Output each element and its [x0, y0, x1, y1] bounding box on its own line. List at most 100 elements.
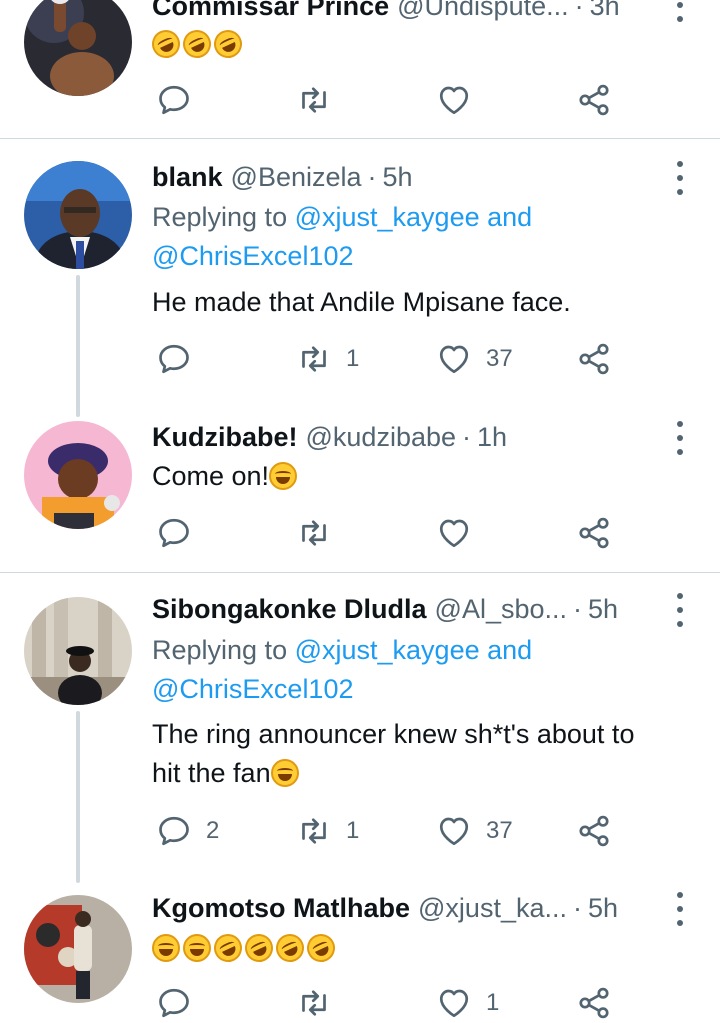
heart-icon	[436, 82, 472, 118]
timestamp[interactable]: 5h	[588, 591, 618, 627]
laughing-emoji-icon	[183, 934, 211, 962]
user-handle[interactable]: @Al_sbo...	[435, 591, 567, 627]
thread-line	[76, 275, 80, 417]
more-options-icon[interactable]	[670, 593, 690, 627]
tweet-sibongakonke[interactable]: Sibongakonke Dludla @Al_sbo... · 5h Repl…	[0, 573, 720, 1022]
tweet-text: He made that Andile Mpisane face.	[152, 287, 571, 317]
like-button[interactable]	[436, 513, 486, 553]
avatar[interactable]	[24, 895, 132, 1003]
like-button[interactable]: 37	[436, 339, 513, 379]
like-button[interactable]: 1	[436, 983, 499, 1023]
reply-count: 2	[206, 817, 220, 844]
reply-icon	[156, 813, 192, 849]
rofl-emoji-icon	[302, 929, 340, 967]
reply-icon	[156, 82, 192, 118]
share-button[interactable]	[576, 339, 612, 379]
user-handle[interactable]: @kudzibabe	[306, 419, 457, 455]
timestamp[interactable]: 5h	[383, 159, 413, 195]
reply-icon	[156, 515, 192, 551]
thread-line	[76, 711, 80, 883]
mention-link[interactable]: @xjust_kaygee and	[295, 635, 533, 665]
share-icon	[576, 341, 612, 377]
reply-button[interactable]	[156, 513, 206, 553]
mention-link[interactable]: @ChrisExcel102	[152, 241, 354, 271]
mention-link[interactable]: @xjust_kaygee and	[295, 202, 533, 232]
share-icon	[576, 813, 612, 849]
tweet-actions	[152, 80, 622, 120]
share-button[interactable]	[576, 80, 612, 120]
tweet-text-content: Come on!	[152, 461, 270, 491]
display-name[interactable]: Sibongakonke Dludla	[152, 591, 427, 627]
share-button[interactable]	[576, 811, 612, 851]
tweet-header: Kgomotso Matlhabe @xjust_ka... · 5h	[152, 890, 660, 926]
tweet-header: Sibongakonke Dludla @Al_sbo... · 5h	[152, 591, 660, 627]
reply-button[interactable]	[156, 80, 206, 120]
reply-button[interactable]: 2	[156, 811, 219, 851]
more-options-icon[interactable]	[670, 892, 690, 926]
tweet-text	[147, 25, 696, 64]
more-options-icon[interactable]	[670, 421, 690, 455]
display-name[interactable]: Commissar Prince	[152, 0, 389, 24]
timestamp[interactable]: 5h	[588, 890, 618, 926]
retweet-button[interactable]: 1	[296, 339, 359, 379]
rofl-emoji-icon	[271, 929, 309, 967]
separator: ·	[572, 893, 582, 923]
rofl-emoji-icon	[147, 25, 185, 63]
avatar[interactable]	[24, 0, 132, 96]
retweet-icon	[296, 985, 332, 1021]
separator: ·	[367, 162, 377, 192]
retweet-button[interactable]	[296, 513, 346, 553]
replying-to: Replying to @xjust_kaygee and @ChrisExce…	[152, 198, 700, 276]
tweet-commissar-prince[interactable]: Commissar Prince @Undispute... · 3h	[0, 0, 720, 138]
retweet-icon	[296, 341, 332, 377]
laughing-emoji-icon	[270, 759, 299, 787]
user-handle[interactable]: @Undispute...	[397, 0, 569, 24]
tweet-header: Commissar Prince @Undispute... · 3h	[152, 0, 660, 24]
laughing-emoji-icon	[269, 462, 298, 490]
avatar[interactable]	[24, 161, 132, 269]
heart-icon	[436, 515, 472, 551]
heart-icon	[436, 813, 472, 849]
more-options-icon[interactable]	[670, 0, 690, 22]
user-handle[interactable]: @Benizela	[231, 159, 362, 195]
like-button[interactable]: 37	[436, 811, 513, 851]
reply-button[interactable]	[156, 339, 206, 379]
share-icon	[576, 985, 612, 1021]
replying-prefix: Replying to	[152, 202, 295, 232]
timestamp[interactable]: 1h	[477, 419, 507, 455]
avatar[interactable]	[24, 597, 132, 705]
share-button[interactable]	[576, 983, 612, 1023]
rofl-emoji-icon	[209, 929, 247, 967]
tweet-blank[interactable]: blank @Benizela · 5h Replying to @xjust_…	[0, 139, 720, 572]
tweet-text	[152, 929, 696, 968]
tweet-header: blank @Benizela · 5h	[152, 159, 660, 195]
timestamp[interactable]: 3h	[590, 0, 620, 24]
tweet-actions: 1 37	[152, 339, 622, 379]
retweet-icon	[296, 515, 332, 551]
tweet-text-line: The ring announcer knew sh*t's about to	[152, 719, 635, 749]
heart-icon	[436, 985, 472, 1021]
display-name[interactable]: Kudzibabe!	[152, 419, 298, 455]
separator: ·	[573, 594, 583, 624]
reply-icon	[156, 341, 192, 377]
retweet-button[interactable]: 1	[296, 811, 359, 851]
mention-link[interactable]: @ChrisExcel102	[152, 674, 354, 704]
display-name[interactable]: Kgomotso Matlhabe	[152, 890, 410, 926]
display-name[interactable]: blank	[152, 159, 223, 195]
replying-prefix: Replying to	[152, 635, 295, 665]
like-button[interactable]	[436, 80, 486, 120]
reply-button[interactable]	[156, 983, 206, 1023]
replying-to: Replying to @xjust_kaygee and @ChrisExce…	[152, 631, 700, 709]
retweet-count: 1	[346, 345, 360, 372]
retweet-button[interactable]	[296, 983, 346, 1023]
retweet-count: 1	[346, 817, 360, 844]
separator: ·	[574, 0, 584, 21]
retweet-button[interactable]	[296, 80, 346, 120]
user-handle[interactable]: @xjust_ka...	[418, 890, 567, 926]
avatar[interactable]	[24, 421, 132, 529]
like-count: 37	[486, 345, 513, 372]
tweet-header: Kudzibabe! @kudzibabe · 1h	[152, 419, 660, 455]
share-button[interactable]	[576, 513, 612, 553]
share-icon	[576, 515, 612, 551]
more-options-icon[interactable]	[670, 161, 690, 195]
